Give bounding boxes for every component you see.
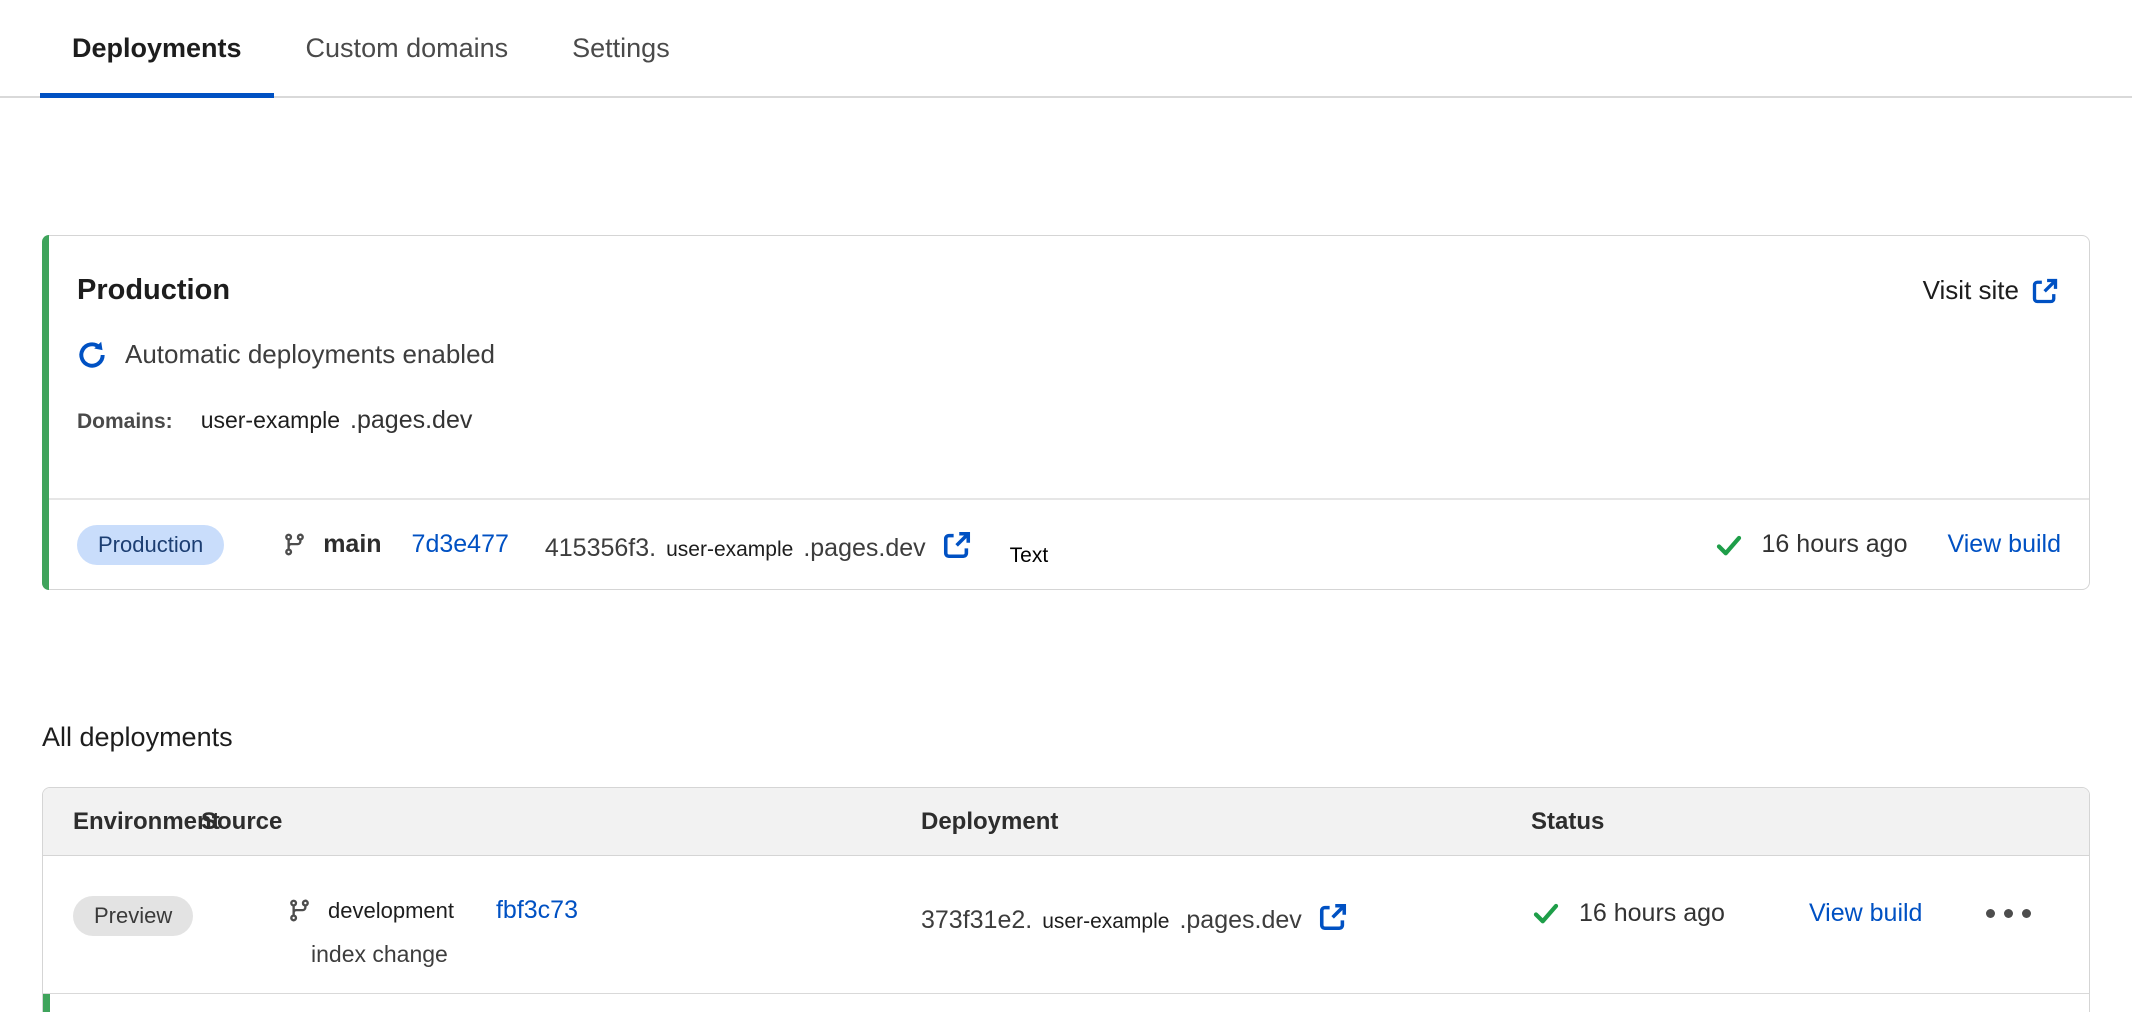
deployment-url-name: user-example [666, 538, 793, 562]
external-link-icon[interactable] [942, 530, 972, 560]
visit-site-label: Visit site [1923, 275, 2019, 306]
deployment-time: 16 hours ago [1579, 899, 1725, 928]
domains-label: Domains: [77, 410, 173, 434]
success-check-icon [1714, 530, 1744, 560]
external-link-icon [2031, 277, 2059, 305]
git-branch-icon [287, 897, 312, 924]
next-table-row-partial [43, 994, 2089, 1012]
deployment-time: 16 hours ago [1762, 530, 1908, 559]
view-build-link[interactable]: View build [1947, 530, 2061, 559]
tab-settings[interactable]: Settings [540, 0, 702, 96]
column-header-status: Status [1531, 808, 2089, 836]
refresh-icon [77, 340, 107, 370]
tab-bar: Deployments Custom domains Settings [0, 0, 2132, 98]
production-deployment-row: Production main 7d3e477 415356f3. user-e… [43, 500, 2089, 589]
deployment-url-prefix: 415356f3. [545, 534, 656, 563]
commit-message: index change [311, 941, 921, 968]
tab-custom-domains[interactable]: Custom domains [274, 0, 541, 96]
branch-name: main [323, 530, 381, 559]
success-check-icon [1531, 898, 1561, 928]
deployment-url-suffix: .pages.dev [803, 534, 925, 563]
column-header-deployment: Deployment [921, 808, 1531, 836]
domain-name: user-example [201, 407, 340, 434]
production-card-title: Production [77, 274, 230, 307]
commit-link[interactable]: fbf3c73 [496, 896, 578, 925]
git-branch-icon [282, 531, 307, 558]
visit-site-link[interactable]: Visit site [1923, 275, 2059, 306]
tab-deployments[interactable]: Deployments [40, 0, 274, 96]
production-card: Production Visit site Automatic deployme… [42, 235, 2090, 590]
note-text: Text [1010, 544, 1049, 568]
column-header-source: Source [201, 808, 921, 836]
production-accent-bar [43, 994, 50, 1012]
deployments-table: Environment Source Deployment Status Pre… [42, 787, 2090, 1012]
branch-name: development [328, 898, 454, 924]
deployment-url-name: user-example [1042, 910, 1169, 934]
environment-badge: Production [77, 525, 224, 565]
external-link-icon[interactable] [1318, 902, 1348, 932]
column-header-environment: Environment [73, 808, 201, 836]
domain-suffix: .pages.dev [350, 406, 472, 435]
commit-link[interactable]: 7d3e477 [412, 530, 509, 559]
table-header-row: Environment Source Deployment Status [43, 788, 2089, 856]
view-build-link[interactable]: View build [1809, 899, 1923, 928]
auto-deployments-text: Automatic deployments enabled [125, 339, 495, 370]
deployment-url-suffix: .pages.dev [1179, 906, 1301, 935]
environment-badge: Preview [73, 896, 193, 936]
all-deployments-heading: All deployments [42, 722, 233, 753]
table-row: Preview development fbf3c73 index change… [43, 856, 2089, 994]
deployment-url-prefix: 373f31e2. [921, 906, 1032, 935]
row-options-menu-button[interactable] [1986, 909, 2031, 918]
